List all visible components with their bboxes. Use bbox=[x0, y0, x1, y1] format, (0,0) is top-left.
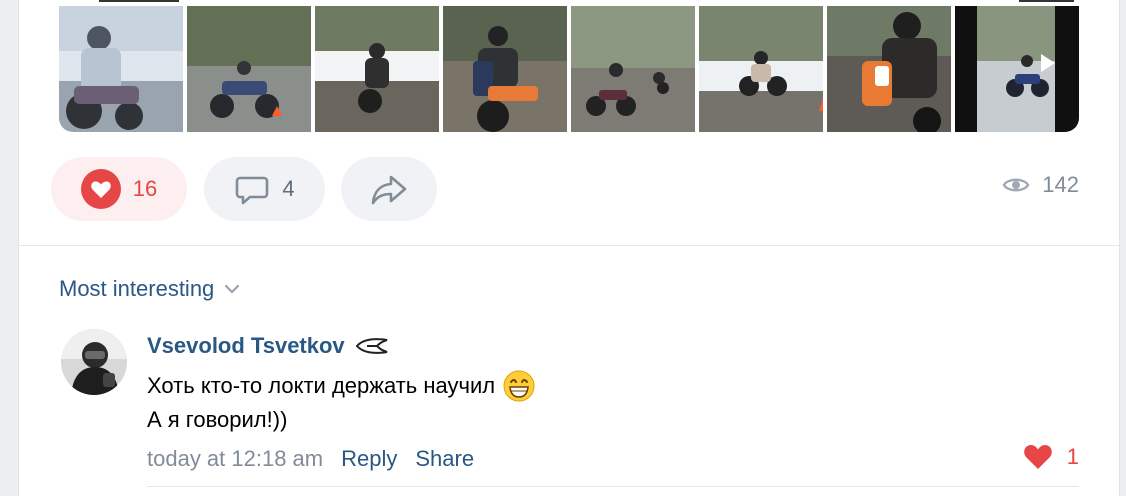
photo-thumbnail-5[interactable] bbox=[571, 6, 695, 132]
reply-link[interactable]: Reply bbox=[341, 446, 397, 472]
comment-text: Хоть кто-то локти держать научил bbox=[147, 373, 496, 398]
comment-timestamp[interactable]: today at 12:18 am bbox=[147, 446, 323, 472]
photo-gallery bbox=[59, 6, 1079, 132]
comments-sort-dropdown[interactable]: Most interesting bbox=[59, 276, 240, 302]
post-card: 16 4 142 Most interesting Vsevolod Tsvet… bbox=[18, 0, 1120, 496]
video-thumbnail[interactable] bbox=[955, 6, 1079, 132]
chevron-down-icon bbox=[225, 284, 240, 294]
photo-rider-closeup bbox=[827, 6, 951, 132]
photo-thumbnail-7[interactable] bbox=[827, 6, 951, 132]
photo-row-edge bbox=[99, 0, 179, 2]
views-count: 142 bbox=[1042, 172, 1079, 197]
photo-row-edge bbox=[1019, 0, 1074, 2]
author-name: Vsevolod Tsvetkov bbox=[147, 333, 345, 358]
like-button[interactable]: 16 bbox=[51, 157, 187, 221]
photo-thumbnail-1[interactable] bbox=[59, 6, 183, 132]
photo-thumbnail-4[interactable] bbox=[443, 6, 567, 132]
views-counter: 142 bbox=[1002, 172, 1079, 198]
heart-icon bbox=[80, 169, 121, 209]
comment-like-button[interactable]: 1 bbox=[1023, 444, 1079, 470]
play-icon[interactable] bbox=[1041, 54, 1055, 72]
heart-icon bbox=[1023, 445, 1052, 469]
comment-button[interactable]: 4 bbox=[204, 157, 325, 221]
photo-thumbnail-3[interactable] bbox=[315, 6, 439, 132]
photo-thumbnail-6[interactable] bbox=[699, 6, 823, 132]
comment-text-line2: А я говорил!)) bbox=[147, 407, 287, 433]
comment-text-line1: Хоть кто-то локти держать научил bbox=[147, 370, 535, 402]
photo-rider-snow bbox=[59, 6, 183, 132]
share-button[interactable] bbox=[341, 157, 437, 221]
comment-meta: today at 12:18 am Reply Share bbox=[147, 446, 474, 472]
eye-icon bbox=[1002, 178, 1030, 192]
comment-count: 4 bbox=[282, 176, 295, 201]
team-logo-icon bbox=[355, 338, 387, 354]
comment-author[interactable]: Vsevolod Tsvetkov bbox=[147, 333, 389, 359]
grinning-emoji-icon bbox=[503, 370, 535, 402]
photo-rider-cones bbox=[699, 6, 823, 132]
sort-label: Most interesting bbox=[59, 276, 215, 301]
comment-bubble-icon bbox=[236, 176, 269, 205]
avatar-photo bbox=[61, 329, 127, 395]
avatar[interactable] bbox=[61, 329, 127, 395]
photo-rider-mud bbox=[315, 6, 439, 132]
photo-rider-leaning bbox=[443, 6, 567, 132]
share-link[interactable]: Share bbox=[415, 446, 474, 472]
comment-text: А я говорил!)) bbox=[147, 407, 288, 432]
divider bbox=[19, 245, 1119, 246]
photo-thumbnail-2[interactable] bbox=[187, 6, 311, 132]
video-rider-frame bbox=[955, 6, 1079, 132]
divider bbox=[147, 486, 1079, 487]
photo-riders-lot bbox=[571, 6, 695, 132]
like-count: 16 bbox=[132, 176, 158, 201]
share-arrow-icon bbox=[371, 175, 407, 205]
photo-rider-track bbox=[187, 6, 311, 132]
comment-like-count: 1 bbox=[1066, 444, 1079, 469]
